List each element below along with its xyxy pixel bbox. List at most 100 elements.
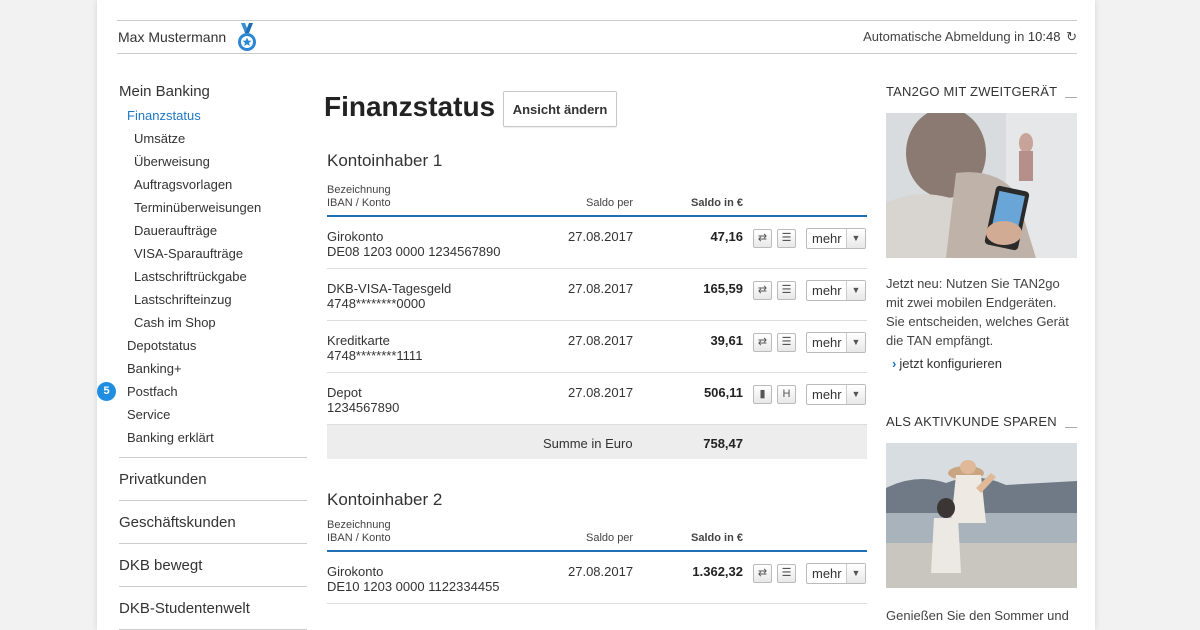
transactions-icon[interactable]: ☰ [777, 229, 796, 248]
saldo-amount: 47,16 [710, 229, 743, 244]
transactions-icon[interactable]: ☰ [777, 333, 796, 352]
promo-heading-text: TAN2GO MIT ZWEITGERÄT [886, 84, 1058, 99]
sidebar-item-umsaetze[interactable]: Umsätze [119, 127, 307, 150]
header-saldo: Saldo in € [691, 197, 743, 209]
sum-row: Summe in Euro 758,47 [327, 425, 867, 459]
transactions-icon[interactable]: ☰ [777, 281, 796, 300]
account-title: DKB-VISA-Tagesgeld [327, 281, 452, 296]
promo-text-aktivkunde: Genießen Sie den Sommer und [886, 608, 1069, 623]
sidebar-item-postfach[interactable]: 5 Postfach [97, 380, 307, 403]
sidebar-item-banking-plus[interactable]: Banking+ [119, 357, 307, 380]
user-name: Max Mustermann [118, 29, 227, 45]
table-row[interactable]: DKB-VISA-Tagesgeld 4748********0000 27.0… [327, 269, 867, 321]
promo-image-phone[interactable] [886, 113, 1077, 258]
saldo-amount: 1.362,32 [692, 564, 743, 579]
table-row[interactable]: Depot 1234567890 27.08.2017 506,11 ▮ H m… [327, 373, 867, 425]
transfer-icon[interactable]: ⇄ [753, 281, 772, 300]
transactions-icon[interactable]: ☰ [777, 564, 796, 583]
promo-link-label: jetzt konfigurieren [899, 356, 1002, 371]
saldo-date: 27.08.2017 [568, 281, 634, 296]
mehr-label: mehr [812, 566, 842, 581]
title-row: Finanzstatus Ansicht ändern [324, 88, 869, 130]
promo-text-tan2go: Jetzt neu: Nutzen Sie TAN2go mit zwei mo… [886, 276, 1069, 348]
heading-rule [1065, 427, 1077, 428]
account-iban: 1234567890 [327, 400, 400, 415]
account-iban: 4748********0000 [327, 296, 426, 311]
mehr-dropdown[interactable]: mehr ▼ [806, 228, 866, 249]
mehr-dropdown[interactable]: mehr ▼ [806, 384, 866, 405]
sidebar-section-dkb-studentenwelt[interactable]: DKB-Studentenwelt [119, 587, 307, 630]
chevron-down-icon: ▼ [846, 229, 865, 248]
sum-label: Summe in Euro [543, 436, 633, 451]
account-iban: DE10 1203 0000 1122334455 [327, 579, 500, 594]
header-iban: IBAN / Konto [327, 197, 391, 209]
header-saldo: Saldo in € [691, 532, 743, 544]
account-iban: DE08 1203 0000 1234567890 [327, 244, 501, 259]
sidebar-head-mein-banking[interactable]: Mein Banking [119, 80, 307, 104]
chevron-down-icon: ▼ [846, 333, 865, 352]
mehr-label: mehr [812, 231, 842, 246]
account-name: Girokonto DE08 1203 0000 1234567890 [327, 229, 501, 259]
holder-title: Kontoinhaber 1 [327, 151, 443, 170]
h-icon[interactable]: H [777, 385, 796, 404]
account-title: Girokonto [327, 564, 384, 579]
promo-heading-text: ALS AKTIVKUNDE SPAREN [886, 414, 1057, 429]
mehr-dropdown[interactable]: mehr ▼ [806, 280, 866, 301]
promo-link-configure[interactable]: › jetzt konfigurieren [892, 356, 1077, 371]
saldo-date: 27.08.2017 [568, 385, 634, 400]
account-name: DKB-VISA-Tagesgeld 4748********0000 [327, 281, 451, 311]
sidebar-item-ueberweisung[interactable]: Überweisung [119, 150, 307, 173]
page-title: Finanzstatus [324, 91, 496, 122]
promo-heading-tan2go: TAN2GO MIT ZWEITGERÄT [886, 84, 1077, 104]
table-row[interactable]: Girokonto DE10 1203 0000 1122334455 27.0… [327, 552, 867, 604]
chart-icon[interactable]: ▮ [753, 385, 772, 404]
transfer-icon[interactable]: ⇄ [753, 229, 772, 248]
holder-title: Kontoinhaber 2 [327, 490, 443, 509]
account-name: Kreditkarte 4748********1111 [327, 333, 422, 363]
sidebar-item-dauerauftraege[interactable]: Daueraufträge [119, 219, 307, 242]
promo-column: TAN2GO MIT ZWEITGERÄT Jetzt neu: Nutzen … [886, 84, 1077, 625]
saldo-amount: 39,61 [710, 333, 743, 348]
header-name: Bezeichnung IBAN / Konto [327, 184, 391, 210]
sidebar-item-visa-sparauftraege[interactable]: VISA-Sparaufträge [119, 242, 307, 265]
sidebar-section-geschaeftskunden[interactable]: Geschäftskunden [119, 501, 307, 544]
account-iban: 4748********1111 [327, 348, 423, 363]
account-holder-1: Kontoinhaber 1 Bezeichnung IBAN / Konto … [327, 151, 867, 459]
account-title: Girokonto [327, 229, 384, 244]
mehr-dropdown[interactable]: mehr ▼ [806, 563, 866, 584]
refresh-icon[interactable]: ↻ [1066, 29, 1077, 45]
table-header: Bezeichnung IBAN / Konto Saldo per Saldo… [327, 516, 867, 552]
chevron-down-icon: ▼ [846, 281, 865, 300]
account-title: Depot [327, 385, 362, 400]
sidebar-section-dkb-bewegt[interactable]: DKB bewegt [119, 544, 307, 587]
sidebar-item-label: Postfach [127, 384, 178, 399]
sidebar-item-cash-im-shop[interactable]: Cash im Shop [119, 311, 307, 334]
saldo-amount: 165,59 [703, 281, 743, 296]
table-row[interactable]: Girokonto DE08 1203 0000 1234567890 27.0… [327, 217, 867, 269]
sidebar-item-depotstatus[interactable]: Depotstatus [119, 334, 307, 357]
transfer-icon[interactable]: ⇄ [753, 333, 772, 352]
sidebar-item-terminueberweisungen[interactable]: Terminüberweisungen [119, 196, 307, 219]
mehr-label: mehr [812, 335, 842, 350]
mehr-dropdown[interactable]: mehr ▼ [806, 332, 866, 353]
sidebar-section-privatkunden[interactable]: Privatkunden [119, 458, 307, 501]
account-name: Girokonto DE10 1203 0000 1122334455 [327, 564, 500, 594]
medal-icon [238, 23, 256, 51]
sidebar-item-banking-erklaert[interactable]: Banking erklärt [119, 426, 307, 449]
promo-image-beach[interactable] [886, 443, 1077, 588]
sidebar-item-auftragsvorlagen[interactable]: Auftragsvorlagen [119, 173, 307, 196]
chevron-down-icon: ▼ [846, 564, 865, 583]
table-row[interactable]: Kreditkarte 4748********1111 27.08.2017 … [327, 321, 867, 373]
account-title: Kreditkarte [327, 333, 390, 348]
change-view-button[interactable]: Ansicht ändern [503, 91, 617, 127]
transfer-icon[interactable]: ⇄ [753, 564, 772, 583]
sidebar-item-finanzstatus[interactable]: Finanzstatus [119, 104, 307, 127]
sidebar-item-service[interactable]: Service [119, 403, 307, 426]
sidebar-item-lastschriftrueckgabe[interactable]: Lastschriftrückgabe [119, 265, 307, 288]
account-name: Depot 1234567890 [327, 385, 399, 415]
header-saldo-per: Saldo per [586, 532, 634, 544]
mehr-label: mehr [812, 387, 842, 402]
top-bar: Max Mustermann Automatische Abmeldung in… [117, 20, 1077, 54]
sidebar-item-lastschrifteinzug[interactable]: Lastschrifteinzug [119, 288, 307, 311]
auto-logout-time: 10:48 [1027, 29, 1061, 44]
